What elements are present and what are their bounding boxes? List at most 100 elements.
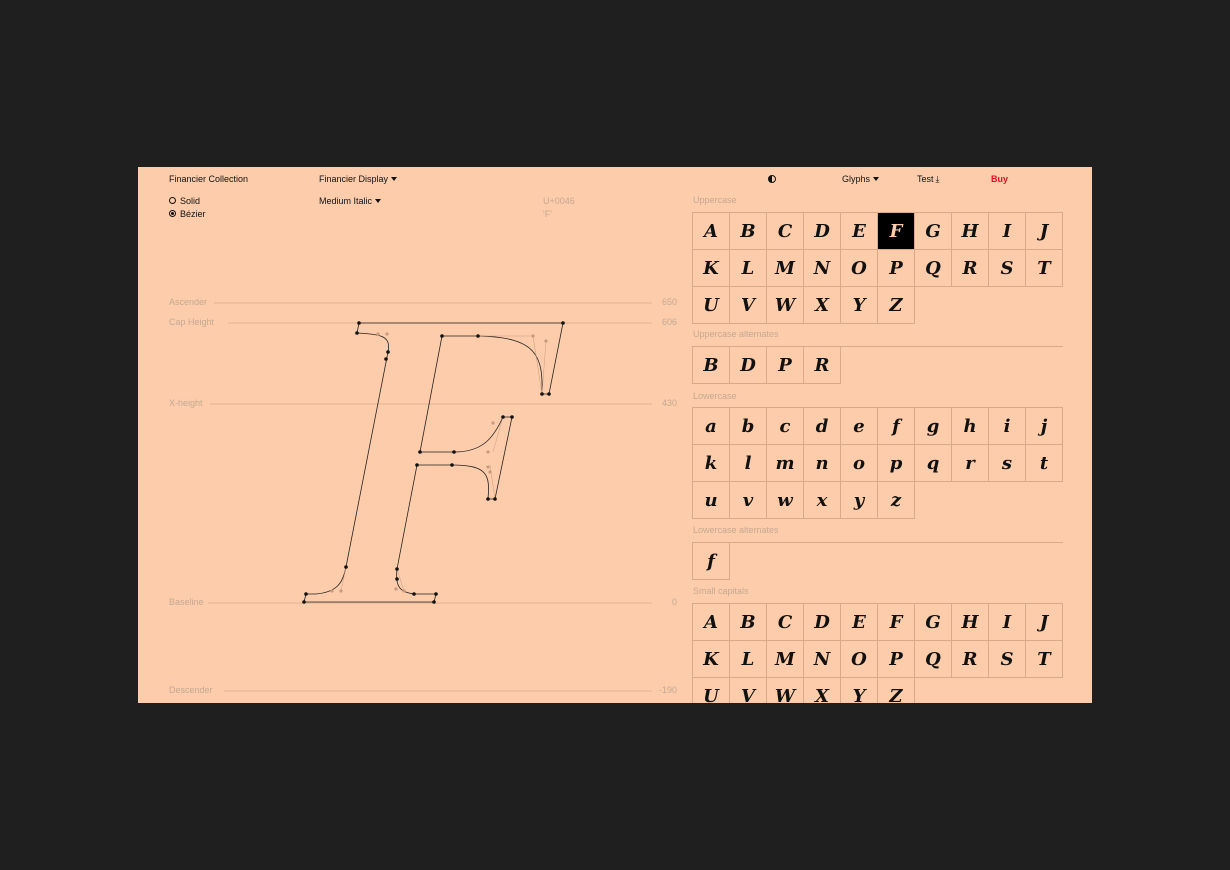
glyph-cell[interactable]: B: [730, 213, 767, 250]
glyph-cell[interactable]: W: [767, 678, 804, 703]
on-curve-point[interactable]: [476, 334, 480, 338]
glyph-cell[interactable]: G: [915, 213, 952, 250]
glyph-cell[interactable]: P: [878, 641, 915, 678]
on-curve-point[interactable]: [357, 321, 361, 325]
glyph-cell[interactable]: T: [1026, 641, 1063, 678]
glyph-cell[interactable]: E: [841, 213, 878, 250]
glyph-cell[interactable]: f: [693, 543, 730, 580]
glyph-cell[interactable]: H: [952, 604, 989, 641]
glyph-cell[interactable]: C: [767, 213, 804, 250]
on-curve-point[interactable]: [432, 600, 436, 604]
control-point[interactable]: [544, 339, 548, 343]
on-curve-point[interactable]: [493, 497, 497, 501]
glyph-cell[interactable]: t: [1026, 445, 1063, 482]
glyph-cell[interactable]: T: [1026, 250, 1063, 287]
glyph-cell[interactable]: J: [1026, 604, 1063, 641]
control-point[interactable]: [339, 589, 343, 593]
glyph-cell[interactable]: z: [878, 482, 915, 519]
glyph-cell[interactable]: d: [804, 408, 841, 445]
on-curve-point[interactable]: [395, 567, 399, 571]
glyph-cell[interactable]: o: [841, 445, 878, 482]
on-curve-point[interactable]: [418, 450, 422, 454]
on-curve-point[interactable]: [415, 463, 419, 467]
glyph-cell[interactable]: Y: [841, 678, 878, 703]
glyph-cell[interactable]: h: [952, 408, 989, 445]
control-point[interactable]: [486, 450, 490, 454]
glyph-cell[interactable]: Z: [878, 678, 915, 703]
glyph-cell[interactable]: V: [730, 287, 767, 324]
control-point[interactable]: [330, 589, 334, 593]
glyph-cell[interactable]: O: [841, 250, 878, 287]
on-curve-point[interactable]: [384, 357, 388, 361]
on-curve-point[interactable]: [412, 592, 416, 596]
glyph-cell[interactable]: Q: [915, 641, 952, 678]
glyph-cell[interactable]: A: [693, 213, 730, 250]
on-curve-point[interactable]: [452, 450, 456, 454]
glyph-cell[interactable]: b: [730, 408, 767, 445]
control-point[interactable]: [385, 332, 389, 336]
glyph-cell[interactable]: x: [804, 482, 841, 519]
glyph-cell[interactable]: f: [878, 408, 915, 445]
on-curve-point[interactable]: [440, 334, 444, 338]
glyph-cell[interactable]: W: [767, 287, 804, 324]
control-point[interactable]: [488, 470, 492, 474]
on-curve-point[interactable]: [344, 565, 348, 569]
on-curve-point[interactable]: [386, 350, 390, 354]
glyph-cell[interactable]: c: [767, 408, 804, 445]
glyph-cell[interactable]: S: [989, 250, 1026, 287]
glyph-cell[interactable]: a: [693, 408, 730, 445]
on-curve-point[interactable]: [395, 577, 399, 581]
glyph-cell[interactable]: B: [730, 604, 767, 641]
glyph-cell[interactable]: D: [804, 213, 841, 250]
glyph-cell[interactable]: g: [915, 408, 952, 445]
glyph-cell[interactable]: R: [952, 641, 989, 678]
glyph-cell[interactable]: e: [841, 408, 878, 445]
glyph-cell[interactable]: r: [952, 445, 989, 482]
on-curve-point[interactable]: [501, 415, 505, 419]
glyph-cell[interactable]: D: [804, 604, 841, 641]
glyph-cell[interactable]: K: [693, 641, 730, 678]
glyph-cell[interactable]: n: [804, 445, 841, 482]
on-curve-point[interactable]: [510, 415, 514, 419]
glyph-cell[interactable]: w: [767, 482, 804, 519]
glyph-cell[interactable]: U: [693, 287, 730, 324]
on-curve-point[interactable]: [434, 592, 438, 596]
glyph-cell[interactable]: V: [730, 678, 767, 703]
glyph-cell[interactable]: u: [693, 482, 730, 519]
glyph-cell[interactable]: R: [804, 347, 841, 384]
glyph-cell[interactable]: G: [915, 604, 952, 641]
glyph-cell[interactable]: D: [730, 347, 767, 384]
glyph-cell[interactable]: J: [1026, 213, 1063, 250]
glyph-cell[interactable]: O: [841, 641, 878, 678]
glyph-cell[interactable]: N: [804, 641, 841, 678]
control-point[interactable]: [486, 465, 490, 469]
glyph-cell[interactable]: L: [730, 250, 767, 287]
glyph-cell[interactable]: L: [730, 641, 767, 678]
glyph-cell[interactable]: K: [693, 250, 730, 287]
glyph-cell[interactable]: P: [878, 250, 915, 287]
glyph-cell[interactable]: l: [730, 445, 767, 482]
glyph-cell[interactable]: Y: [841, 287, 878, 324]
glyph-cell[interactable]: N: [804, 250, 841, 287]
on-curve-point[interactable]: [486, 497, 490, 501]
glyph-cell[interactable]: Z: [878, 287, 915, 324]
on-curve-point[interactable]: [450, 463, 454, 467]
glyph-cell[interactable]: X: [804, 678, 841, 703]
bezier-nodes[interactable]: [302, 321, 565, 604]
glyph-cell[interactable]: M: [767, 641, 804, 678]
glyph-cell[interactable]: I: [989, 604, 1026, 641]
on-curve-point[interactable]: [355, 331, 359, 335]
glyph-cell[interactable]: E: [841, 604, 878, 641]
on-curve-point[interactable]: [540, 392, 544, 396]
control-point[interactable]: [531, 334, 535, 338]
glyph-cell[interactable]: s: [989, 445, 1026, 482]
control-point[interactable]: [402, 589, 406, 593]
on-curve-point[interactable]: [561, 321, 565, 325]
control-point[interactable]: [394, 587, 398, 591]
glyph-cell[interactable]: R: [952, 250, 989, 287]
glyph-cell[interactable]: v: [730, 482, 767, 519]
glyph-cell[interactable]: m: [767, 445, 804, 482]
glyph-cell[interactable]: B: [693, 347, 730, 384]
glyph-cell[interactable]: A: [693, 604, 730, 641]
control-point[interactable]: [376, 332, 380, 336]
